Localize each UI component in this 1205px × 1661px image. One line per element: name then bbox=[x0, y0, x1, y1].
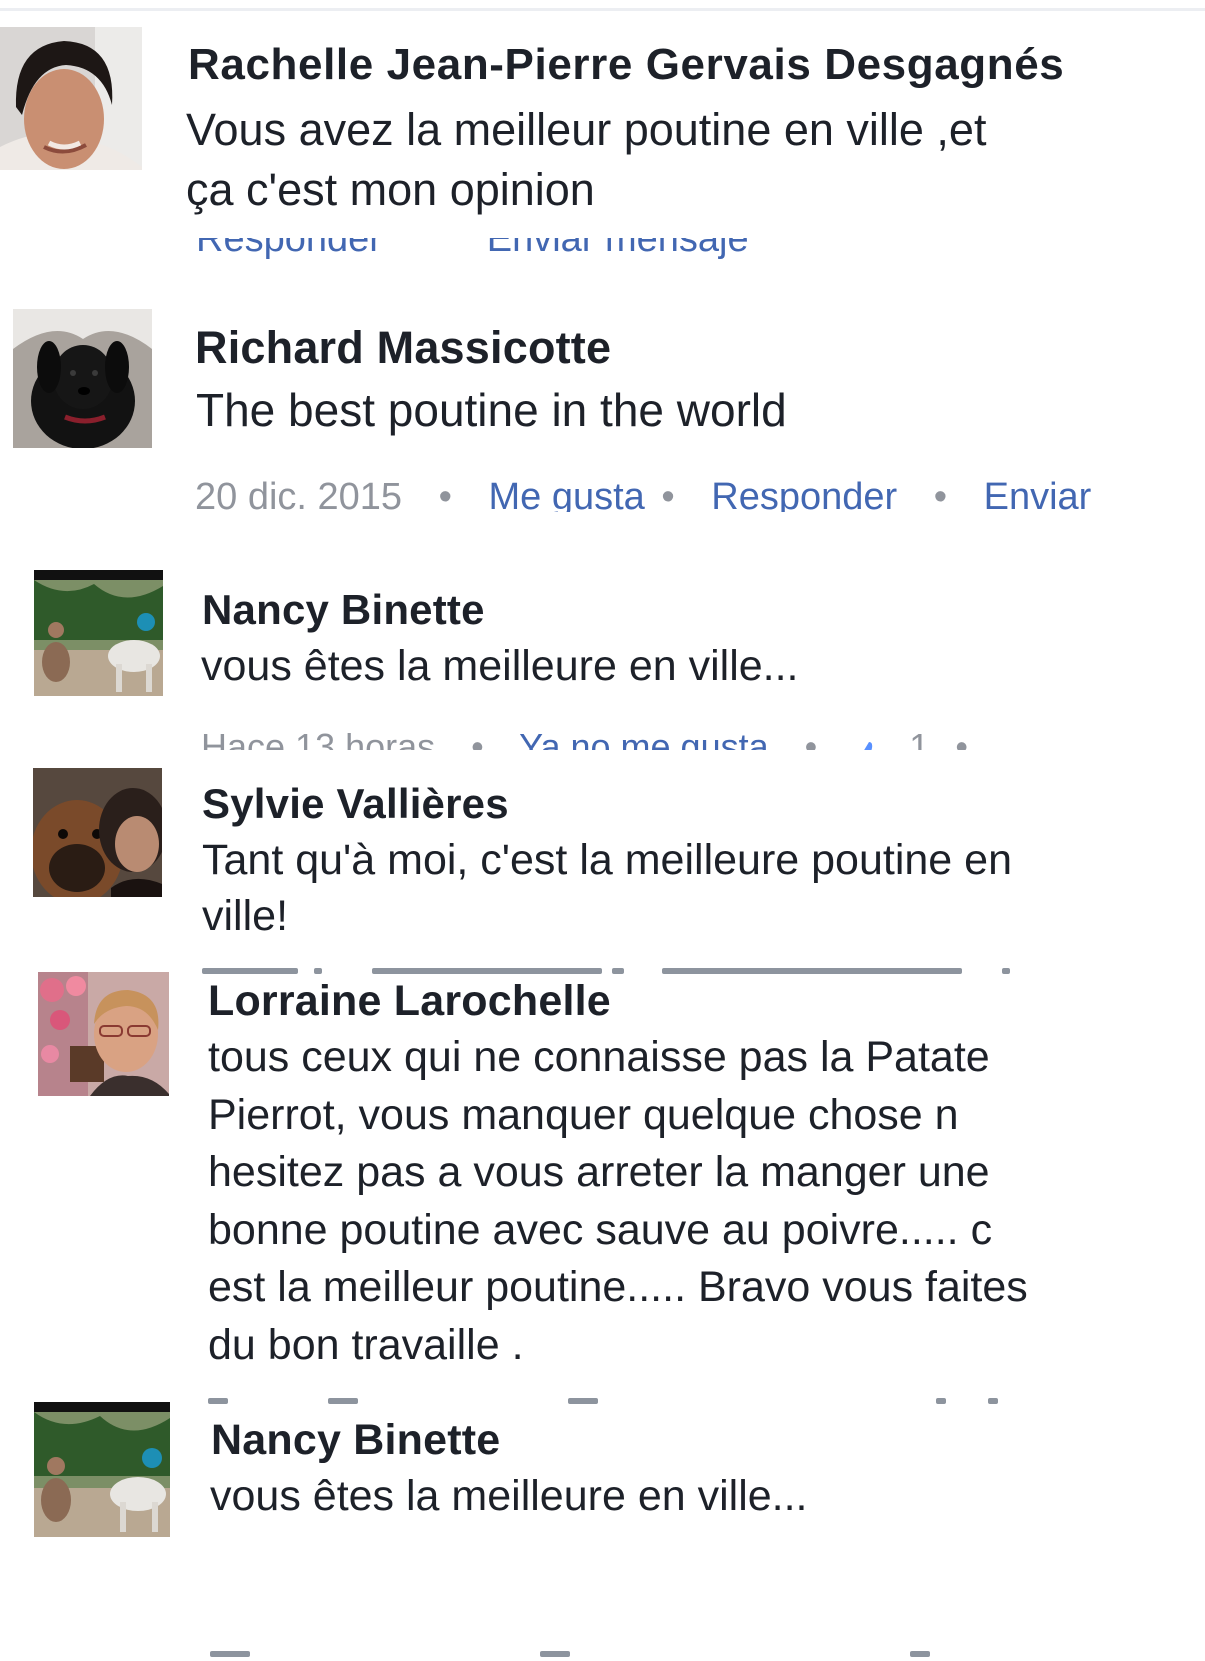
thumbs-up-icon bbox=[853, 735, 883, 750]
comment-line: du bon travaille . bbox=[208, 1320, 524, 1369]
comment-line: The best poutine in the world bbox=[196, 384, 787, 436]
avatar[interactable] bbox=[0, 27, 142, 170]
reply-link[interactable]: Responder bbox=[711, 478, 897, 512]
comment-line: tous ceux qui ne connaisse pas la Patate bbox=[208, 1033, 990, 1081]
avatar[interactable] bbox=[13, 309, 152, 448]
comment-line: vous êtes la meilleure en ville... bbox=[210, 1472, 808, 1520]
separator-dot: • bbox=[471, 728, 484, 750]
separator-dot: • bbox=[438, 478, 452, 512]
comment-text: Vous avez la meilleur poutine en ville ,… bbox=[186, 100, 986, 220]
separator-dot: • bbox=[955, 728, 968, 750]
comment-actions: Hace 13 horas • Ya no me gusta • 1 • bbox=[201, 728, 971, 750]
commenter-name[interactable]: Nancy Binette bbox=[211, 1416, 500, 1465]
comment-text: Tant qu'à moi, c'est la meilleure poutin… bbox=[202, 832, 1012, 944]
comment-text: vous êtes la meilleure en ville... bbox=[201, 638, 799, 694]
avatar[interactable] bbox=[34, 1402, 170, 1537]
comment-date: Hace 13 horas bbox=[201, 728, 436, 750]
commenter-name[interactable]: Lorraine Larochelle bbox=[208, 977, 611, 1026]
comment-line: ça c'est mon opinion bbox=[186, 164, 595, 215]
comment-actions bbox=[210, 1647, 970, 1661]
separator-dot: • bbox=[804, 728, 818, 750]
comment-line: ville! bbox=[202, 892, 289, 940]
comment-text: The best poutine in the world bbox=[196, 381, 787, 439]
commenter-name[interactable]: Sylvie Vallières bbox=[202, 780, 509, 828]
comment-line: Vous avez la meilleur poutine en ville ,… bbox=[186, 104, 987, 155]
send-link[interactable]: Enviar bbox=[984, 478, 1092, 512]
like-count[interactable]: 1 bbox=[909, 728, 929, 750]
commenter-name[interactable]: Richard Massicotte bbox=[195, 322, 611, 374]
commenter-name[interactable]: Rachelle Jean-Pierre Gervais Desgagnés bbox=[188, 40, 1064, 90]
avatar[interactable] bbox=[38, 972, 169, 1096]
separator-dot bbox=[418, 238, 450, 260]
comment-actions: 20 dic. 2015 • Me gusta • Responder • En… bbox=[195, 478, 1205, 512]
unlike-link[interactable]: Ya no me gusta bbox=[519, 728, 769, 750]
comment-text: vous êtes la meilleure en ville... bbox=[210, 1468, 808, 1525]
avatar[interactable] bbox=[33, 768, 162, 897]
comment-actions bbox=[202, 964, 1042, 978]
comment-line: vous êtes la meilleure en ville... bbox=[201, 642, 799, 690]
comment-text: tous ceux qui ne connaisse pas la Patate… bbox=[208, 1029, 1028, 1374]
separator-dot: • bbox=[933, 478, 948, 512]
comment-actions: Responder Enviar mensaje bbox=[196, 238, 896, 260]
comment-line: est la meilleur poutine..... Bravo vous … bbox=[208, 1263, 1028, 1311]
send-message-link[interactable]: Enviar mensaje bbox=[487, 238, 749, 260]
comment-line: hesitez pas a vous arreter la manger une bbox=[208, 1148, 990, 1196]
like-link[interactable]: Me gusta bbox=[489, 478, 645, 512]
commenter-name[interactable]: Nancy Binette bbox=[202, 586, 485, 634]
comment-line: Tant qu'à moi, c'est la meilleure poutin… bbox=[202, 836, 1012, 884]
comment-date: 20 dic. 2015 bbox=[195, 478, 403, 512]
comment-line: Pierrot, vous manquer quelque chose n bbox=[208, 1090, 959, 1139]
comment-actions bbox=[208, 1394, 1008, 1408]
avatar[interactable] bbox=[34, 570, 163, 696]
reply-link[interactable]: Responder bbox=[196, 238, 382, 260]
separator-dot: • bbox=[661, 478, 675, 512]
comment-line: bonne poutine avec sauve au poivre..... … bbox=[208, 1205, 993, 1254]
top-divider bbox=[0, 8, 1205, 11]
